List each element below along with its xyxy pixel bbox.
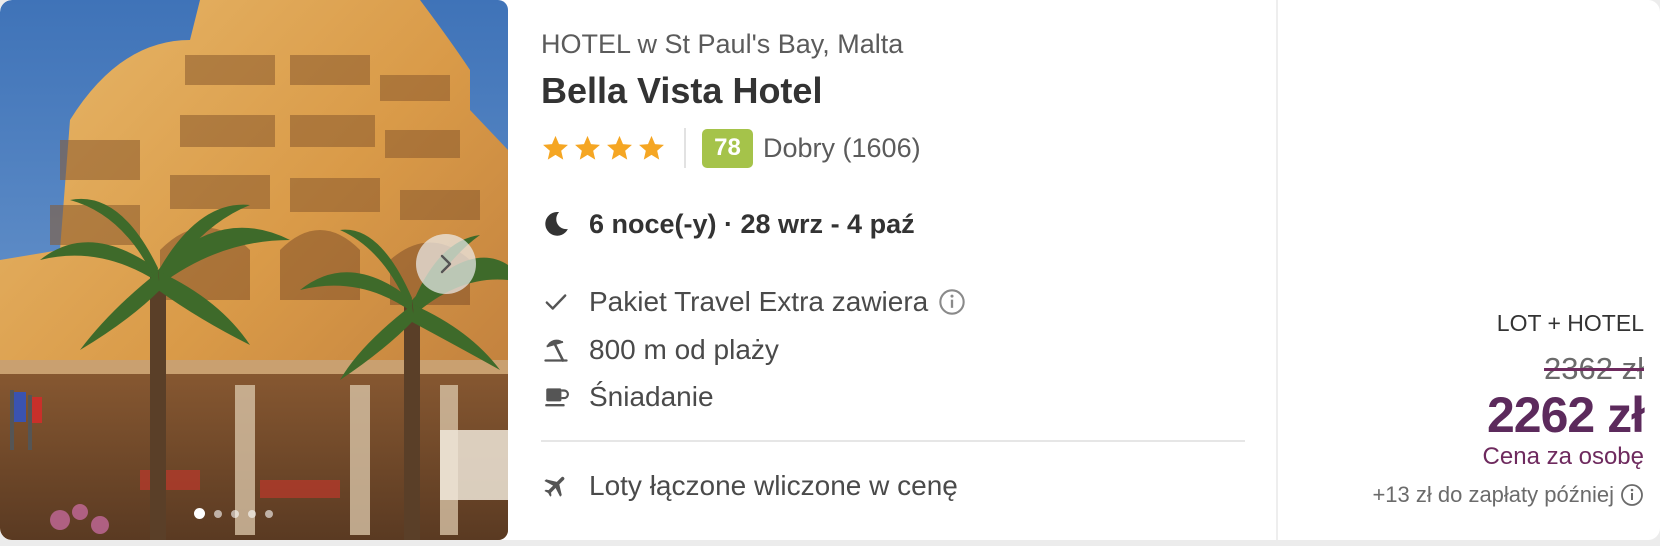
feature-label: Śniadanie — [589, 381, 714, 412]
extra-fee: +13 zł do zapłaty później — [1372, 482, 1644, 508]
hotel-info: HOTEL w St Paul's Bay, Malta Bella Vista… — [541, 0, 1245, 540]
gallery-next-button[interactable] — [416, 234, 476, 294]
feature-label: Pakiet Travel Extra zawiera — [589, 286, 929, 317]
beach-umbrella-icon — [544, 339, 568, 362]
star-icon — [607, 135, 632, 160]
hotel-type-location: HOTEL w St Paul's Bay, Malta — [541, 29, 904, 59]
hotel-name[interactable]: Bella Vista Hotel — [541, 70, 822, 112]
star-icon — [639, 135, 664, 160]
hotel-offer-card[interactable]: HOTEL w St Paul's Bay, Malta Bella Vista… — [0, 0, 1660, 540]
review-score-badge: 78 — [702, 128, 753, 168]
gallery-dot-2[interactable] — [214, 509, 222, 518]
gallery-dot-5[interactable] — [265, 509, 273, 518]
section-divider — [541, 440, 1245, 442]
extra-fee-label: +13 zł do zapłaty później — [1372, 482, 1614, 507]
feature-flights: Loty łączone wliczone w cenę — [541, 468, 958, 504]
flights-label: Loty łączone wliczone w cenę — [589, 470, 958, 501]
feature-label: 800 m od plaży — [589, 334, 779, 365]
gallery-dot-3[interactable] — [231, 509, 239, 518]
star-icon — [575, 135, 600, 160]
current-price: 2262 zł — [1486, 387, 1645, 443]
feature-breakfast: Śniadanie — [541, 379, 714, 415]
gallery-dot-1[interactable] — [194, 508, 205, 519]
hotel-photo-gallery[interactable] — [0, 0, 508, 540]
plane-icon — [544, 476, 565, 497]
stay-dates: 6 noce(-y) · 28 wrz - 4 paź — [589, 208, 915, 239]
chevron-right-icon — [440, 254, 452, 274]
old-price: 2362 zł — [1544, 351, 1644, 386]
feature-travel-extra: Pakiet Travel Extra zawiera — [541, 284, 966, 320]
review-score-label[interactable]: Dobry (1606) — [763, 133, 921, 164]
info-icon[interactable] — [1620, 483, 1644, 507]
rating-row: 78 Dobry (1606) — [541, 128, 921, 168]
star-icon — [543, 135, 568, 160]
star-rating — [541, 134, 666, 163]
info-icon[interactable] — [938, 288, 966, 316]
feature-beach-distance: 800 m od plaży — [541, 332, 779, 368]
stay-duration: 6 noce(-y) · 28 wrz - 4 paź — [541, 207, 915, 241]
gallery-pagination — [194, 508, 273, 519]
price-panel[interactable]: LOT + HOTEL 2362 zł 2262 zł Cena za osob… — [1276, 0, 1660, 540]
check-icon — [545, 294, 567, 310]
moon-icon — [545, 211, 568, 236]
package-type: LOT + HOTEL — [1496, 310, 1644, 336]
gallery-dot-4[interactable] — [248, 509, 256, 518]
rating-divider — [684, 128, 686, 168]
coffee-cup-icon — [545, 388, 569, 407]
price-per-person-label: Cena za osobę — [1482, 443, 1644, 470]
